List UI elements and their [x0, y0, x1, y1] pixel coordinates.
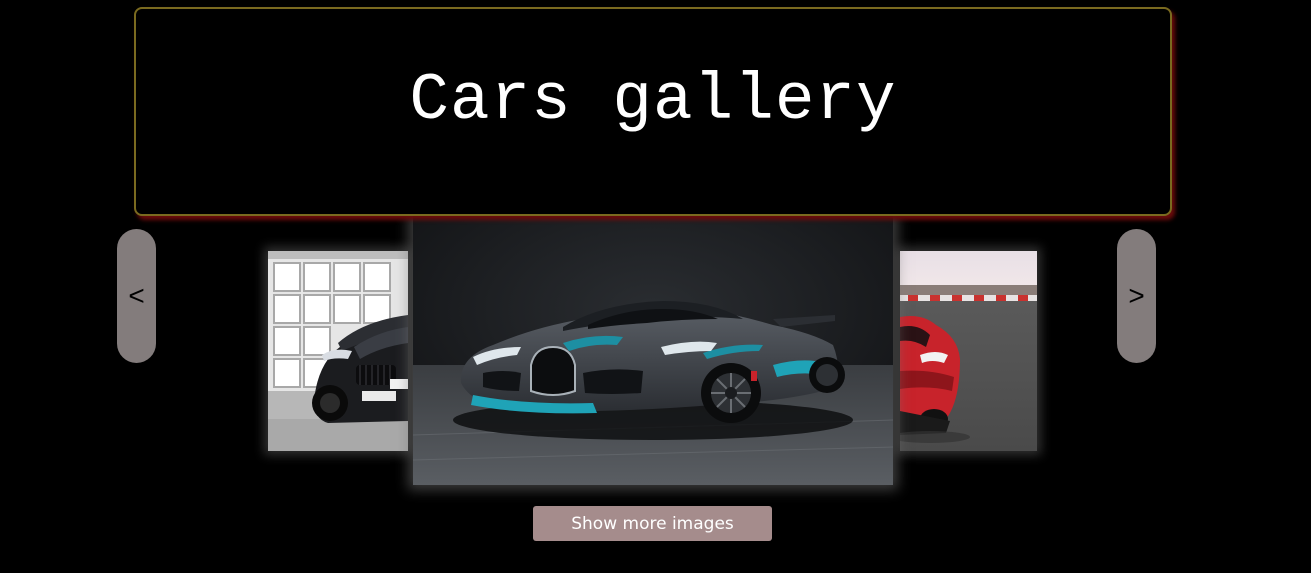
previous-button[interactable]: <: [117, 229, 156, 363]
gallery-slide-center[interactable]: [413, 215, 893, 485]
gallery-slide-right[interactable]: [900, 251, 1037, 451]
car-image-black-bmw: [268, 251, 408, 451]
car-image-bugatti-divo: [413, 215, 893, 485]
show-more-images-button[interactable]: Show more images: [533, 506, 772, 541]
car-image-red-ferrari: [900, 251, 1037, 451]
page-title: Cars gallery: [409, 63, 897, 138]
gallery-slide-left[interactable]: [268, 251, 408, 451]
next-button[interactable]: >: [1117, 229, 1156, 363]
gallery-header: Cars gallery: [134, 7, 1172, 216]
